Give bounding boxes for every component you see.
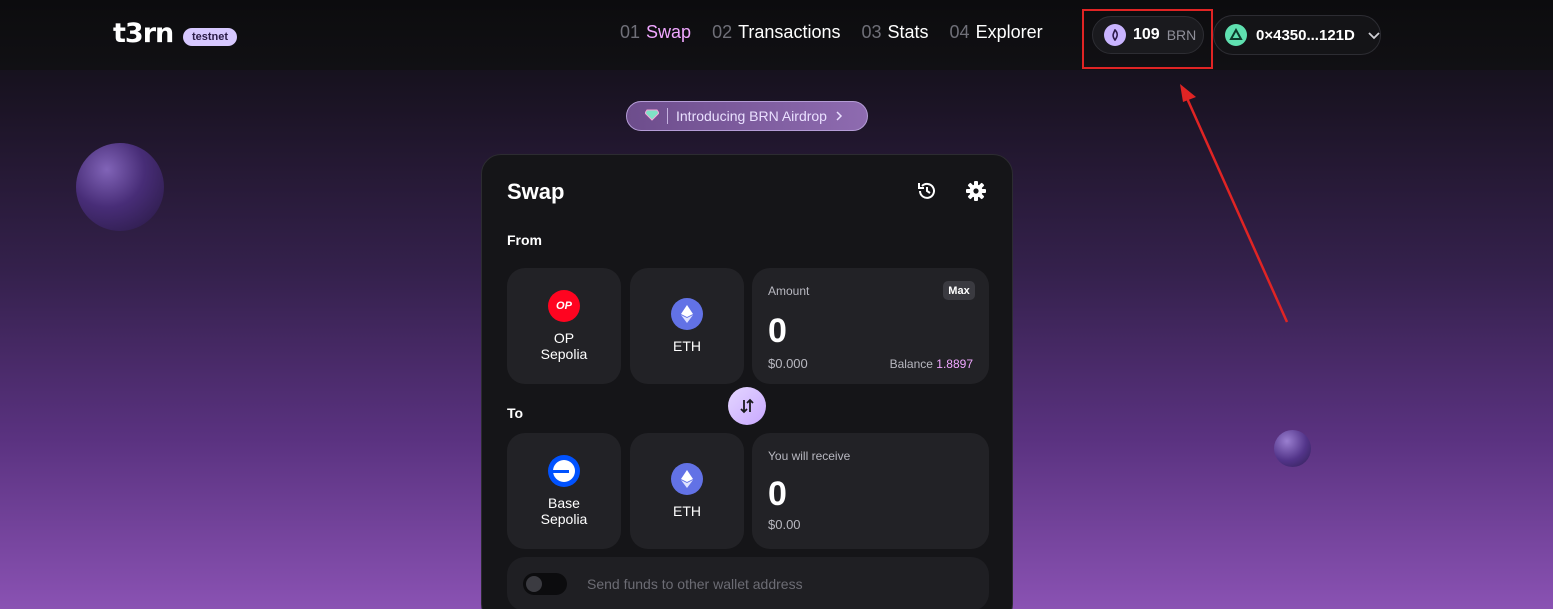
from-network-selector[interactable]: OP OP Sepolia — [507, 268, 621, 384]
airdrop-banner[interactable]: Introducing BRN Airdrop — [626, 101, 868, 131]
from-token-label: ETH — [673, 338, 701, 354]
nav-number: 01 — [620, 22, 641, 42]
send-other-address-label: Send funds to other wallet address — [587, 576, 803, 592]
receive-panel: You will receive 0 $0.00 — [752, 433, 989, 549]
send-to-other-address-row: Send funds to other wallet address — [507, 557, 989, 609]
annotation-highlight-box — [1082, 9, 1213, 69]
swap-arrows-icon — [740, 398, 754, 414]
to-token-selector[interactable]: ETH — [630, 433, 744, 549]
send-other-address-toggle[interactable] — [523, 573, 567, 595]
divider — [667, 108, 668, 124]
nav-label: Transactions — [738, 22, 841, 42]
from-label: From — [507, 232, 542, 248]
balance-value: 1.8897 — [936, 357, 973, 371]
history-icon[interactable] — [916, 180, 938, 202]
nav-label: Swap — [646, 22, 692, 42]
amount-label: Amount — [768, 284, 810, 298]
receive-label: You will receive — [768, 449, 851, 463]
from-token-selector[interactable]: ETH — [630, 268, 744, 384]
swap-card: Swap From OP OP Sepolia ETH Amount Max 0… — [481, 154, 1013, 609]
decorative-bubble — [76, 143, 164, 231]
nav-label: Stats — [887, 22, 929, 42]
top-navigation-bar: t3rn testnet 01 Swap 02 Transactions 03 … — [0, 0, 1553, 70]
wallet-network-icon — [1225, 24, 1247, 46]
decorative-bubble — [1274, 430, 1311, 467]
nav-explorer[interactable]: 04 Explorer — [950, 22, 1043, 43]
toggle-knob — [526, 576, 542, 592]
amount-usd: $0.000 — [768, 356, 808, 371]
wallet-button[interactable]: 0×4350...121D — [1213, 15, 1381, 55]
nav-label: Explorer — [975, 22, 1043, 42]
main-nav: 01 Swap 02 Transactions 03 Stats 04 Expl… — [620, 22, 1043, 43]
optimism-icon: OP — [548, 290, 580, 322]
from-network-label: OP Sepolia — [540, 330, 588, 362]
t3rn-logo[interactable]: t3rn — [113, 18, 174, 49]
amount-panel: Amount Max 0 $0.000 Balance 1.8897 — [752, 268, 989, 384]
gear-icon[interactable] — [965, 180, 987, 202]
chevron-right-icon — [835, 108, 843, 124]
testnet-badge: testnet — [183, 28, 238, 46]
to-network-label: Base Sepolia — [540, 495, 588, 527]
nav-number: 03 — [861, 22, 882, 42]
balance-display: Balance 1.8897 — [890, 357, 973, 371]
to-label: To — [507, 405, 524, 421]
receive-amount: 0 — [768, 475, 787, 513]
gem-icon — [644, 108, 660, 124]
swap-direction-button[interactable] — [728, 387, 766, 425]
max-button[interactable]: Max — [943, 281, 975, 300]
eth-icon — [671, 463, 703, 495]
nav-number: 04 — [949, 22, 970, 42]
nav-number: 02 — [712, 22, 733, 42]
receive-usd: $0.00 — [768, 517, 801, 532]
airdrop-label: Introducing BRN Airdrop — [676, 108, 827, 124]
to-token-label: ETH — [673, 503, 701, 519]
nav-stats[interactable]: 03 Stats — [861, 22, 928, 43]
base-network-icon — [548, 455, 580, 487]
amount-input[interactable]: 0 — [768, 312, 787, 351]
optimism-icon-text: OP — [556, 300, 572, 312]
nav-swap[interactable]: 01 Swap — [620, 22, 691, 43]
balance-label: Balance — [889, 357, 933, 371]
wallet-address: 0×4350...121D — [1256, 26, 1355, 44]
nav-transactions[interactable]: 02 Transactions — [712, 22, 840, 43]
to-network-selector[interactable]: Base Sepolia — [507, 433, 621, 549]
swap-title: Swap — [507, 179, 565, 204]
eth-icon — [671, 298, 703, 330]
chevron-down-icon — [1368, 27, 1380, 43]
